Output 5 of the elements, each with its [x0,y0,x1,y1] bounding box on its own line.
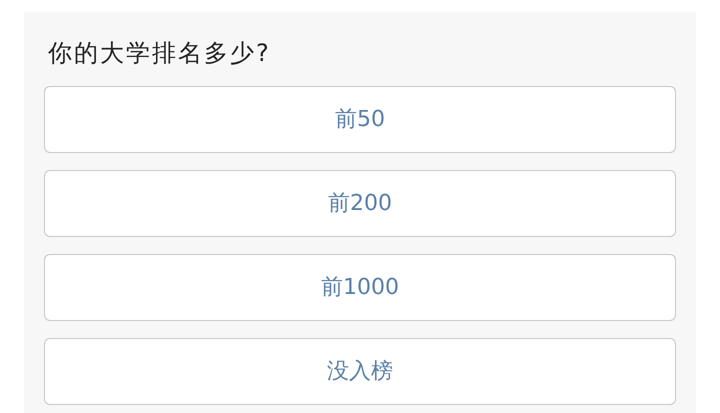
answer-option-button[interactable]: 没入榜 [44,338,676,405]
answer-option-button[interactable]: 前50 [44,86,676,153]
answer-option-button[interactable]: 前1000 [44,254,676,321]
answer-option-button[interactable]: 前200 [44,170,676,237]
question-text: 你的大学排名多少? [48,38,272,69]
